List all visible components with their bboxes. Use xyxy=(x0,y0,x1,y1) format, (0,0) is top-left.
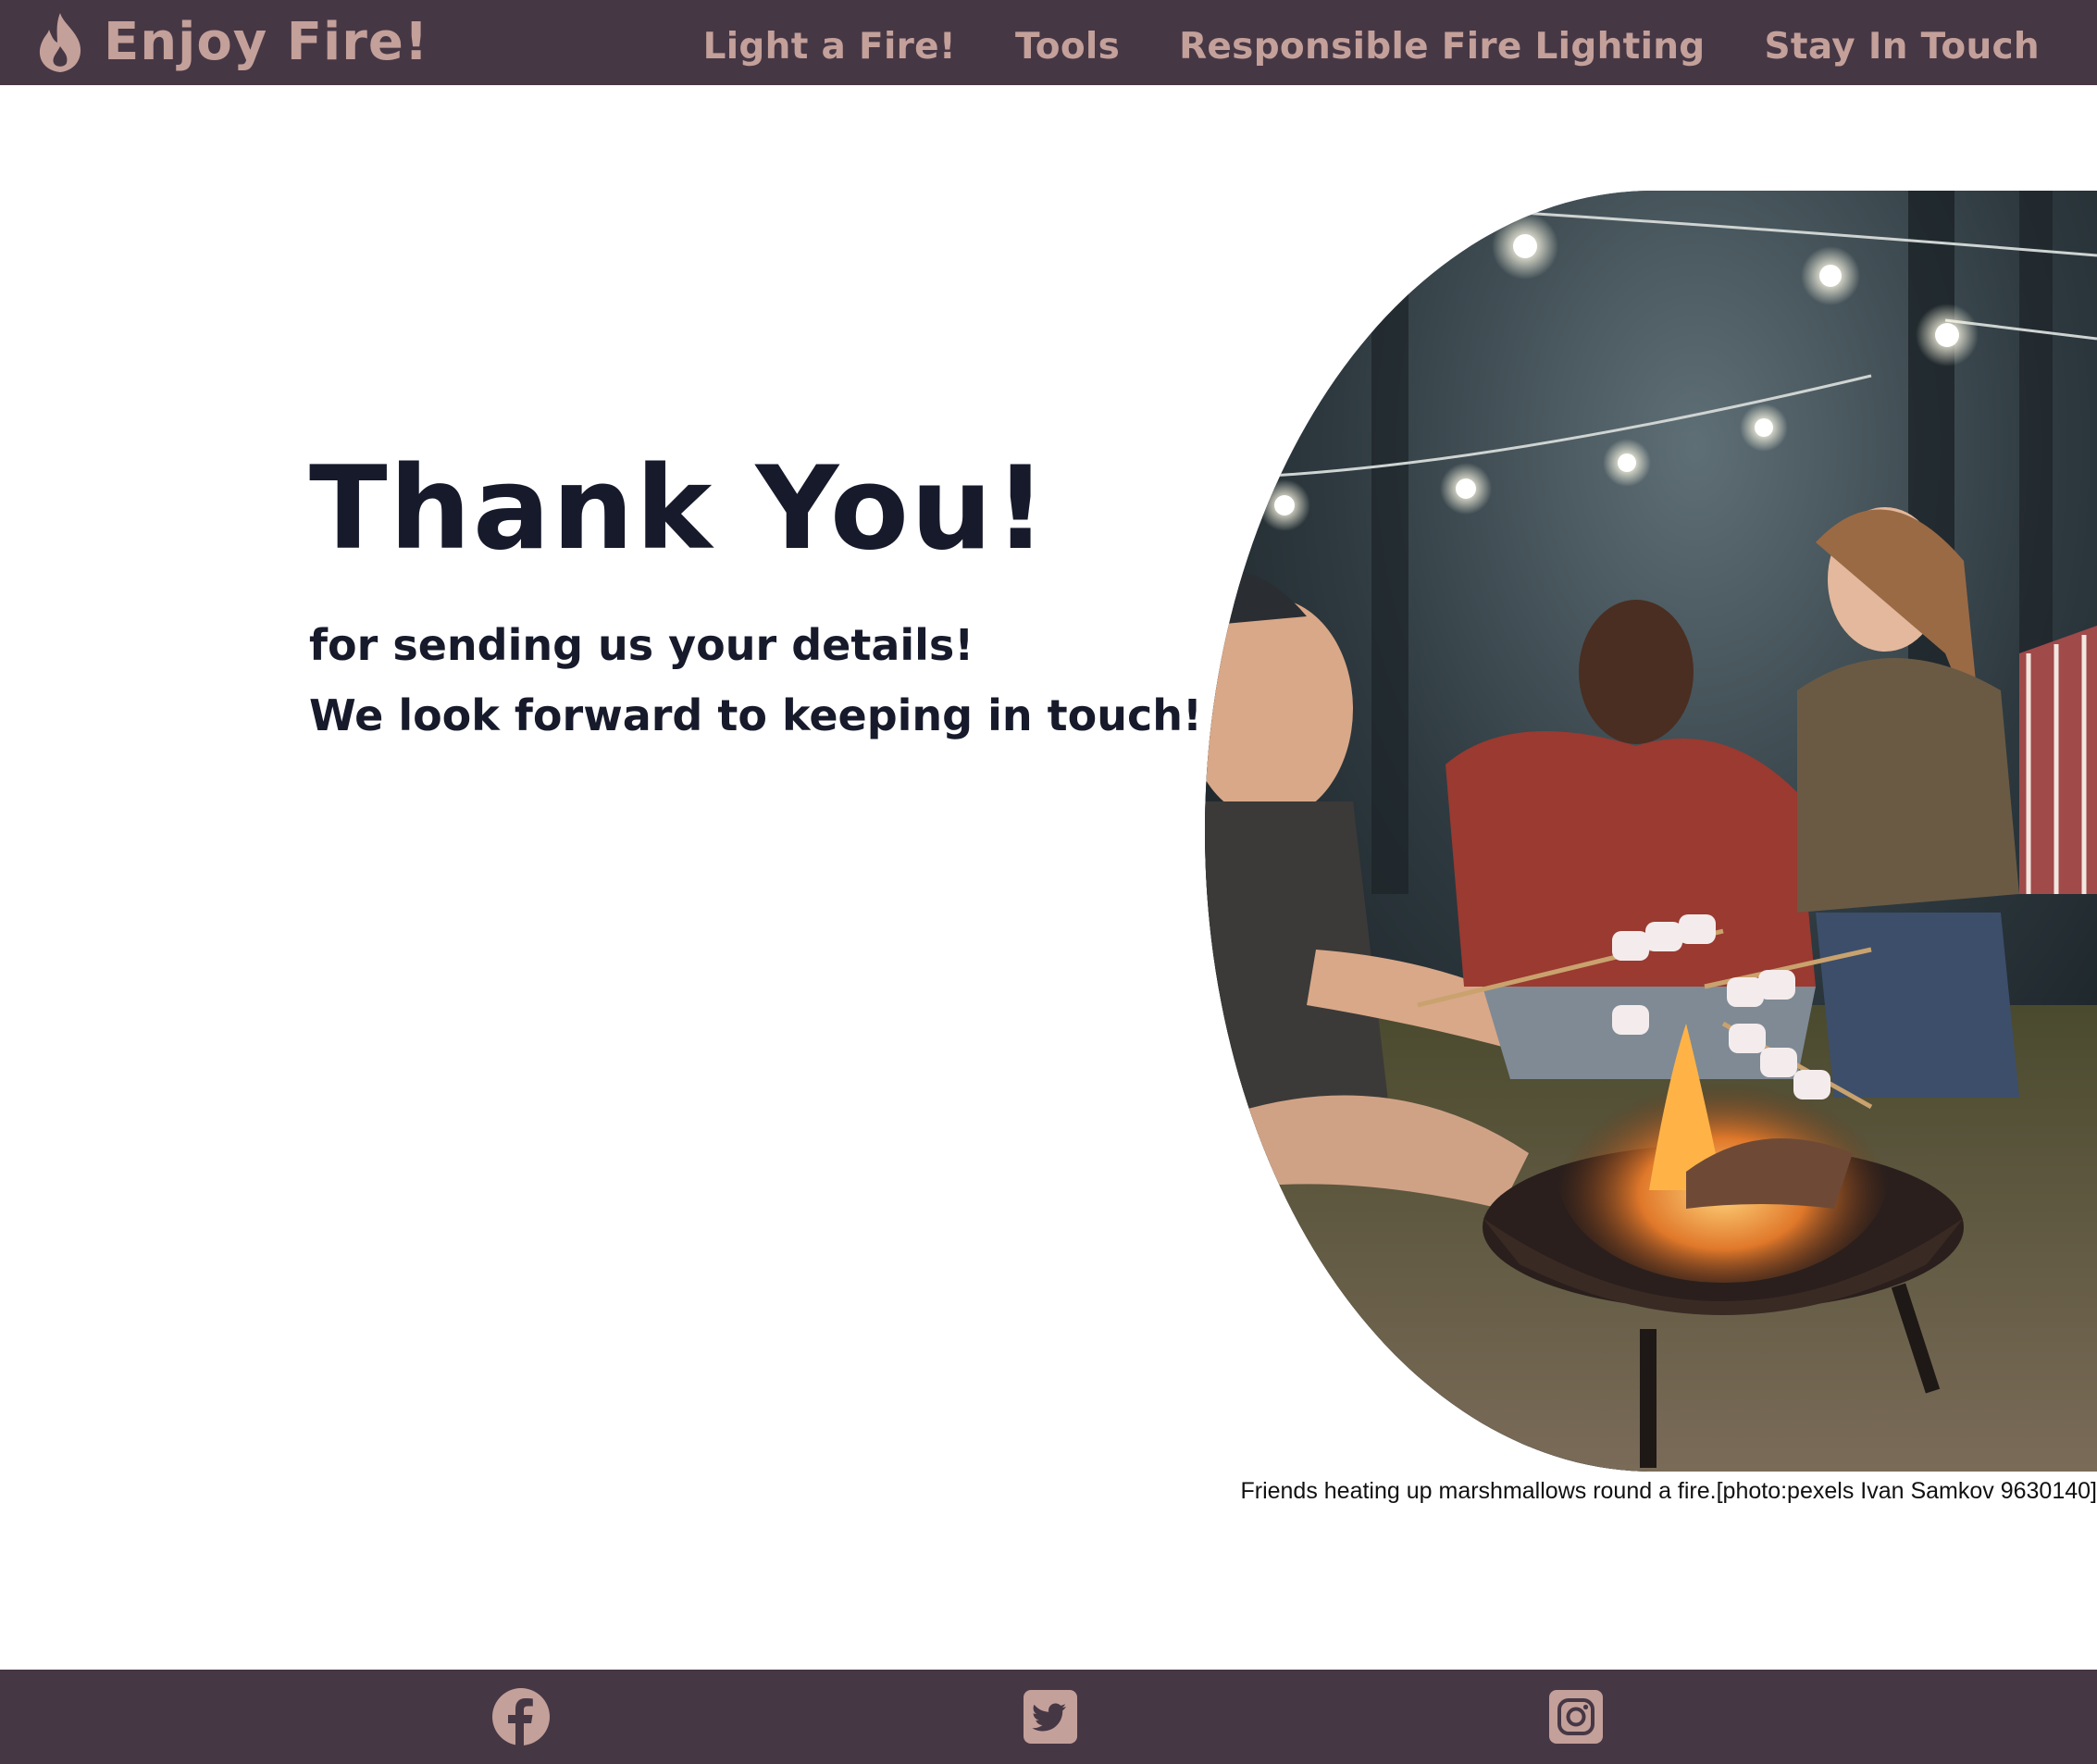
twitter-icon xyxy=(1024,1690,1077,1744)
site-footer xyxy=(0,1670,2097,1764)
flame-icon xyxy=(39,13,81,72)
instagram-icon xyxy=(1549,1690,1603,1744)
site-header: Enjoy Fire! Light a Fire! Tools Responsi… xyxy=(0,0,2097,85)
follow-up-message: We look forward to keeping in touch! xyxy=(309,690,1202,740)
campfire-photo xyxy=(1205,191,2097,1472)
nav-stay-in-touch[interactable]: Stay In Touch xyxy=(1765,26,2040,68)
thank-you-message: for sending us your details! xyxy=(309,620,974,670)
facebook-icon xyxy=(492,1688,550,1745)
nav-responsible-fire-lighting[interactable]: Responsible Fire Lighting xyxy=(1179,26,1705,68)
photo-caption: Friends heating up marshmallows round a … xyxy=(1240,1478,2097,1504)
page-title: Thank You! xyxy=(309,442,1048,576)
facebook-link[interactable] xyxy=(492,1688,550,1745)
twitter-link[interactable] xyxy=(1022,1688,1079,1745)
nav-light-a-fire[interactable]: Light a Fire! xyxy=(703,26,956,68)
brand-link[interactable]: Enjoy Fire! xyxy=(35,7,428,78)
brand-name: Enjoy Fire! xyxy=(104,12,429,72)
nav-tools[interactable]: Tools xyxy=(1015,26,1120,68)
instagram-link[interactable] xyxy=(1547,1688,1605,1745)
main-nav: Light a Fire! Tools Responsible Fire Lig… xyxy=(703,0,2040,93)
